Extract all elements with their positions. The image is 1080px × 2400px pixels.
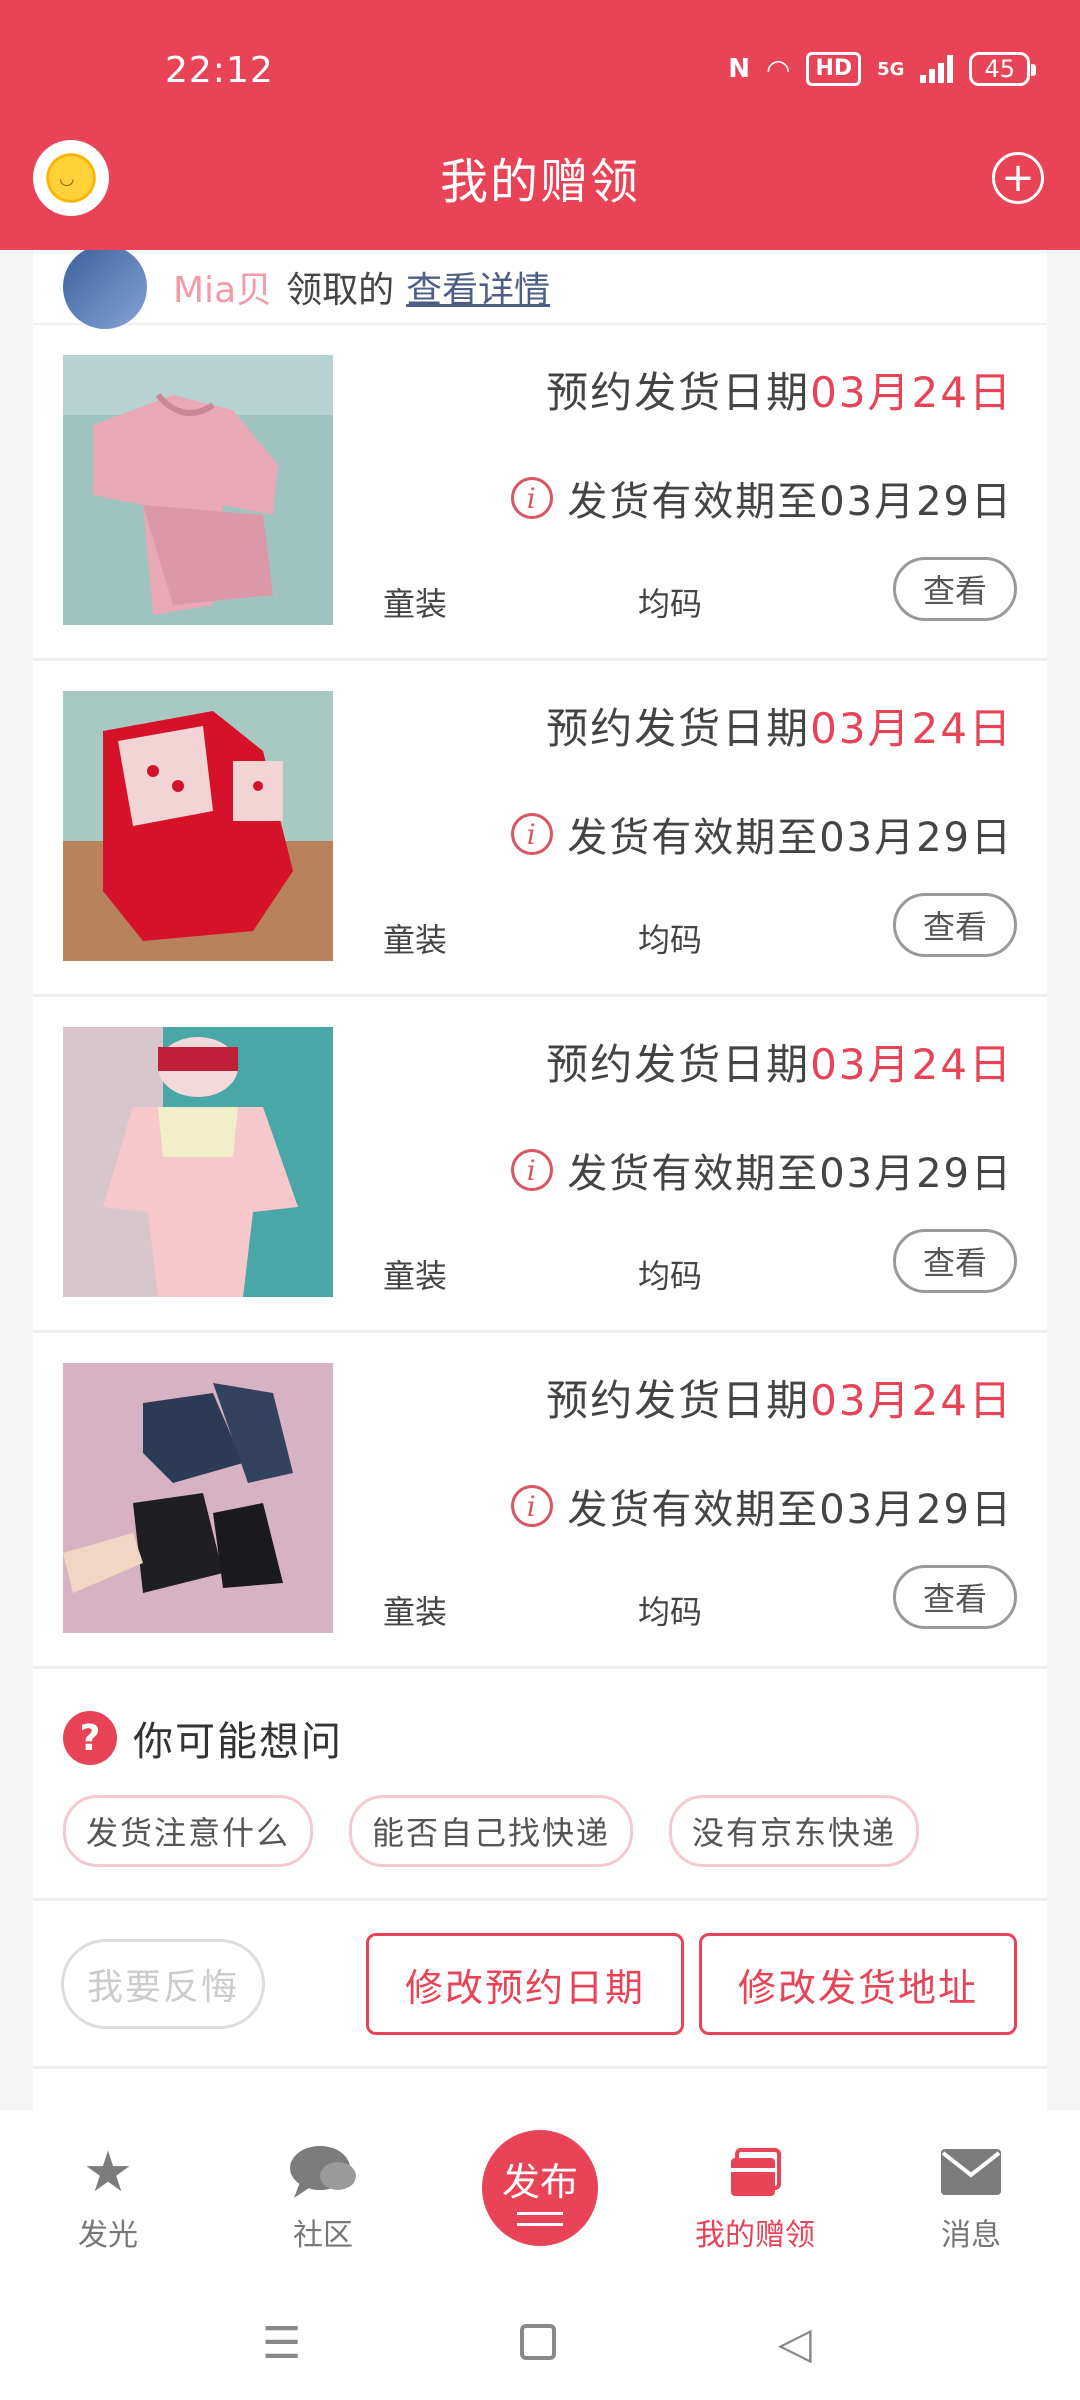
gift-icon: [680, 2140, 830, 2204]
app-header: 22:12 N ◠ HD 5G 45 ◡ 我的赠领 +: [0, 0, 1080, 250]
info-icon: i: [511, 1149, 554, 1191]
publish-label: 发布: [501, 2159, 578, 2204]
nav-label: 发光: [78, 2218, 138, 2253]
signal-icon: [920, 55, 954, 83]
item-photo[interactable]: [63, 1363, 333, 1633]
page-title: 我的赠领: [439, 154, 640, 210]
faq-title: 你可能想问: [133, 1719, 343, 1765]
publish-button[interactable]: 发布: [482, 2130, 598, 2246]
view-details-link[interactable]: 查看详情: [406, 261, 550, 313]
view-button[interactable]: 查看: [893, 1565, 1017, 1629]
nav-label: 我的赠领: [695, 2218, 815, 2253]
ship-date-label: 预约发货日期: [546, 1040, 811, 1089]
item-category: 童装: [383, 1257, 448, 1295]
regret-button[interactable]: 我要反悔: [61, 1939, 265, 2029]
valid-until: i 发货有效期至03月29日: [511, 469, 1013, 527]
edit-date-button[interactable]: 修改预约日期: [366, 1933, 684, 2035]
valid-until: i 发货有效期至03月29日: [511, 1477, 1013, 1535]
ship-date-label: 预约发货日期: [546, 704, 811, 753]
system-nav-bar: ☰ ◁: [0, 2280, 1080, 2400]
status-time: 22:12: [165, 50, 274, 91]
nav-label: 消息: [941, 2218, 1001, 2253]
valid-text: 发货有效期至03月29日: [567, 815, 1013, 861]
item-category: 童装: [383, 921, 448, 959]
item-category: 童装: [383, 585, 448, 623]
receiver-name[interactable]: Mia贝: [173, 261, 272, 313]
view-button[interactable]: 查看: [893, 893, 1017, 957]
faq-tag[interactable]: 没有京东快递: [669, 1795, 920, 1867]
valid-until: i 发货有效期至03月29日: [511, 1141, 1013, 1199]
info-icon: i: [511, 1485, 554, 1527]
star-icon: ★: [82, 2139, 134, 2205]
question-icon: ?: [63, 1711, 117, 1765]
edit-address-button[interactable]: 修改发货地址: [699, 1933, 1017, 2035]
info-icon: i: [511, 813, 554, 855]
item-size: 均码: [638, 1257, 703, 1295]
faq-header: ? 你可能想问: [63, 1709, 1017, 1767]
receiver-action: 领取的: [286, 269, 395, 311]
action-bar: 我要反悔 修改预约日期 修改发货地址: [33, 1901, 1047, 2069]
home-icon[interactable]: [520, 2324, 556, 2360]
gift-item: 预约发货日期03月24日 i 发货有效期至03月29日 童装 均码 查看: [33, 1333, 1047, 1669]
ship-date-label: 预约发货日期: [546, 1376, 811, 1425]
faq-section: ? 你可能想问 发货注意什么 能否自己找快递 没有京东快递: [33, 1669, 1047, 1901]
valid-until: i 发货有效期至03月29日: [511, 805, 1013, 863]
view-button[interactable]: 查看: [893, 557, 1017, 621]
mail-icon: [896, 2140, 1046, 2204]
ship-date-value: 03月24日: [810, 368, 1013, 417]
add-button[interactable]: +: [992, 152, 1044, 204]
menu-lines-icon: [517, 2211, 563, 2226]
nav-label: 社区: [293, 2218, 353, 2253]
nfc-icon: N: [728, 54, 751, 84]
valid-text: 发货有效期至03月29日: [567, 479, 1013, 525]
ship-date: 预约发货日期03月24日: [546, 695, 1013, 756]
nav-item-messages[interactable]: 消息: [896, 2140, 1046, 2254]
network-label: 5G: [877, 58, 905, 80]
faq-tags: 发货注意什么 能否自己找快递 没有京东快递: [63, 1795, 1017, 1867]
status-icons: N ◠ HD 5G 45: [728, 52, 1036, 86]
plus-icon: +: [1001, 155, 1035, 201]
battery-icon: 45: [969, 52, 1036, 86]
item-photo[interactable]: [63, 1027, 333, 1297]
ship-date-value: 03月24日: [810, 1040, 1013, 1089]
ship-date-value: 03月24日: [810, 1376, 1013, 1425]
item-photo[interactable]: [63, 691, 333, 961]
ship-date: 预约发货日期03月24日: [546, 1367, 1013, 1428]
valid-text: 发货有效期至03月29日: [567, 1487, 1013, 1533]
info-icon: i: [511, 477, 554, 519]
nav-item-community[interactable]: 社区: [248, 2140, 398, 2254]
gift-item: 预约发货日期03月24日 i 发货有效期至03月29日 童装 均码 查看: [33, 325, 1047, 661]
nav-item-my-gifts[interactable]: 我的赠领: [680, 2140, 830, 2254]
item-size: 均码: [638, 585, 703, 623]
faq-tag[interactable]: 发货注意什么: [63, 1795, 314, 1867]
wifi-icon: ◠: [766, 52, 791, 86]
receiver-row: Mia贝 领取的 查看详情: [33, 250, 1047, 329]
item-size: 均码: [638, 921, 703, 959]
ship-date: 预约发货日期03月24日: [546, 1031, 1013, 1092]
hd-badge: HD: [806, 52, 862, 86]
menu-icon[interactable]: ☰: [262, 2318, 301, 2369]
gift-item: 预约发货日期03月24日 i 发货有效期至03月29日 童装 均码 查看: [33, 661, 1047, 997]
back-icon[interactable]: ◁: [778, 2318, 812, 2369]
faq-tag[interactable]: 能否自己找快递: [349, 1795, 634, 1867]
valid-text: 发货有效期至03月29日: [567, 1151, 1013, 1197]
view-button[interactable]: 查看: [893, 1229, 1017, 1293]
item-category: 童装: [383, 1593, 448, 1631]
receiver-avatar[interactable]: [63, 250, 147, 329]
chat-icon: [248, 2140, 398, 2204]
item-size: 均码: [638, 1593, 703, 1631]
nav-item-glow[interactable]: ★ 发光: [33, 2140, 183, 2254]
main-content: Mia贝 领取的 查看详情 预约发货日期03月24日 i 发货有效期至03月29日…: [33, 250, 1047, 2112]
ship-date-value: 03月24日: [810, 704, 1013, 753]
bottom-nav: ★ 发光 社区 发布 我的赠领 消息: [0, 2110, 1080, 2280]
ship-date: 预约发货日期03月24日: [546, 359, 1013, 420]
item-photo[interactable]: [63, 355, 333, 625]
ship-date-label: 预约发货日期: [546, 368, 811, 417]
gift-item: 预约发货日期03月24日 i 发货有效期至03月29日 童装 均码 查看: [33, 997, 1047, 1333]
